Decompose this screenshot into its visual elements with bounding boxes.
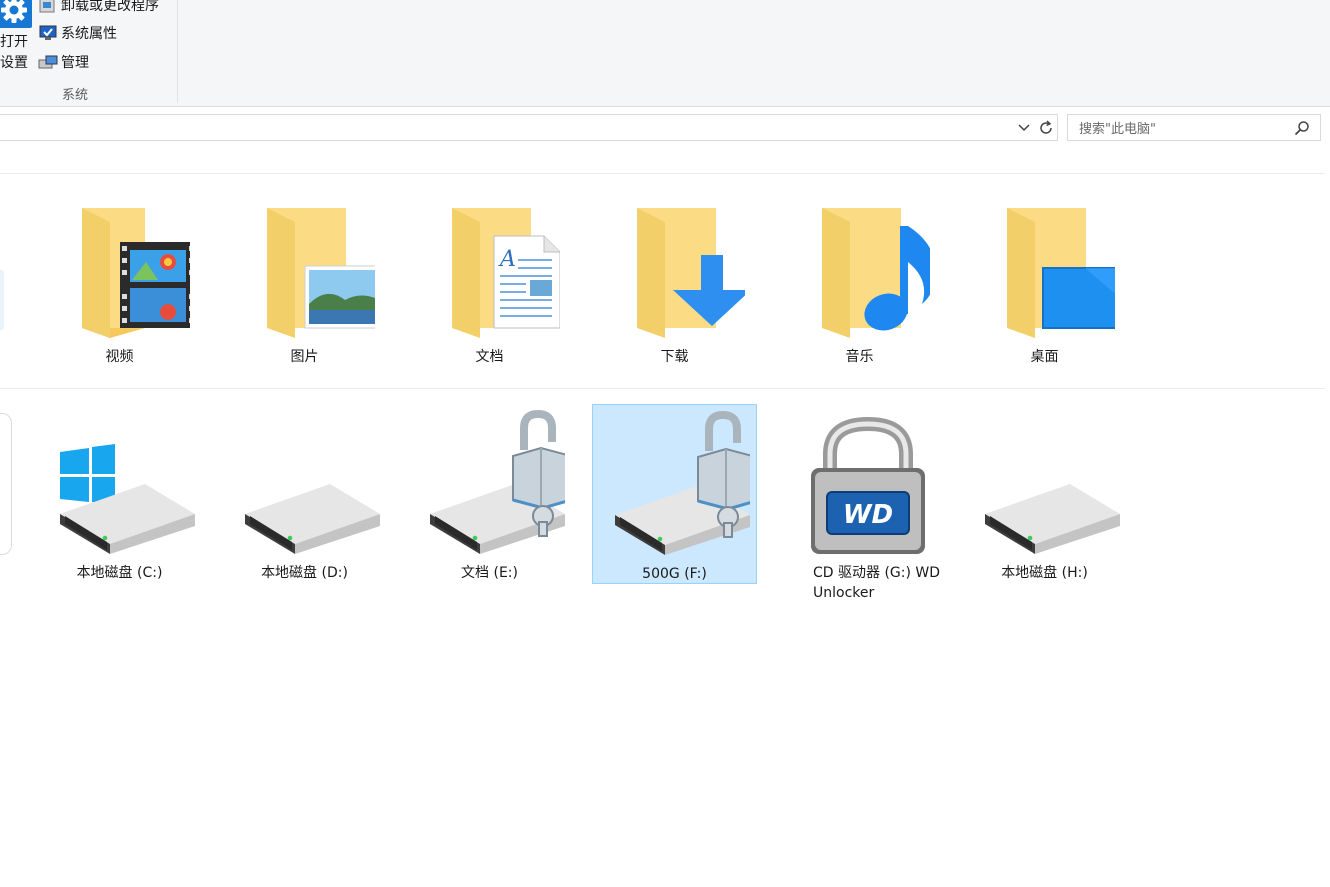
wd-unlocker-icon: WD (810, 416, 925, 554)
folder-label: 视频 (105, 349, 134, 365)
section-divider (0, 173, 1325, 174)
drive-label: 500G (F:) (642, 566, 707, 582)
music-folder-icon (821, 208, 930, 338)
drive-c[interactable]: 本地磁盘 (C:) (37, 404, 202, 584)
svg-text:WD: WD (842, 500, 892, 530)
drive-f[interactable]: 500G (F:) (592, 404, 757, 584)
desktop-folder-icon (1006, 208, 1115, 338)
system-properties-icon (39, 25, 57, 40)
partial-item-frame (0, 413, 12, 555)
manage-button[interactable]: 管理 (38, 50, 89, 74)
open-settings-button[interactable]: 打开 设置 (0, 32, 30, 74)
refresh-icon[interactable] (1037, 119, 1055, 137)
folder-label: 桌面 (1030, 349, 1059, 365)
folder-videos[interactable]: 视频 (37, 200, 202, 375)
folder-label: 下载 (660, 349, 689, 365)
open-settings-label-1: 打开 (0, 34, 28, 50)
drive-g[interactable]: WD CD 驱动器 (G:) WD Unlocker (777, 404, 942, 601)
gear-icon[interactable] (0, 0, 32, 28)
locked-drive-icon (429, 409, 565, 554)
drive-label: 本地磁盘 (H:) (1001, 565, 1088, 581)
folder-music[interactable]: 音乐 (777, 200, 942, 375)
drive-label: CD 驱动器 (G:) WD Unlocker (813, 565, 941, 601)
documents-folder-icon: A (451, 208, 560, 338)
drive-d[interactable]: 本地磁盘 (D:) (222, 404, 387, 584)
folder-label: 图片 (290, 349, 319, 365)
windows-drive-icon (59, 444, 195, 554)
uninstall-program-icon (39, 0, 55, 13)
svg-text:A: A (498, 247, 516, 272)
manage-icon (38, 55, 58, 69)
folder-desktop[interactable]: 桌面 (962, 200, 1127, 375)
downloads-folder-icon (636, 208, 745, 338)
folder-documents[interactable]: A 文档 (407, 200, 572, 375)
folder-label: 文档 (475, 349, 504, 365)
ribbon: 打开 设置 卸载或更改程序 系统属性 管理 系统 (0, 0, 1330, 107)
folder-label: 音乐 (845, 349, 874, 365)
hard-drive-icon (244, 484, 380, 554)
chevron-down-icon[interactable] (1016, 120, 1032, 136)
open-settings-label-2: 设置 (0, 55, 28, 71)
partial-folder-icon (0, 270, 4, 330)
drive-label: 本地磁盘 (D:) (261, 565, 348, 581)
drive-label: 文档 (E:) (461, 565, 518, 581)
ribbon-separator (177, 0, 178, 103)
address-bar[interactable] (0, 114, 1058, 141)
locked-drive-icon (614, 410, 750, 555)
folder-downloads[interactable]: 下载 (592, 200, 757, 375)
search-box[interactable] (1067, 114, 1321, 141)
uninstall-program-label: 卸载或更改程序 (61, 0, 159, 14)
videos-folder-icon (81, 208, 190, 338)
system-properties-label: 系统属性 (61, 26, 117, 42)
ribbon-group-label: 系统 (62, 88, 89, 103)
search-input[interactable] (1077, 119, 1291, 139)
system-properties-button[interactable]: 系统属性 (38, 21, 117, 45)
drive-label: 本地磁盘 (C:) (76, 565, 163, 581)
uninstall-program-button[interactable]: 卸载或更改程序 (38, 0, 159, 17)
drive-h[interactable]: 本地磁盘 (H:) (962, 404, 1127, 584)
folder-pictures[interactable]: 图片 (222, 200, 387, 375)
section-divider (0, 388, 1325, 389)
hard-drive-icon (984, 484, 1120, 554)
pictures-folder-icon (266, 208, 375, 338)
drive-e[interactable]: 文档 (E:) (407, 404, 572, 584)
manage-label: 管理 (61, 55, 89, 71)
search-icon[interactable] (1294, 120, 1310, 136)
